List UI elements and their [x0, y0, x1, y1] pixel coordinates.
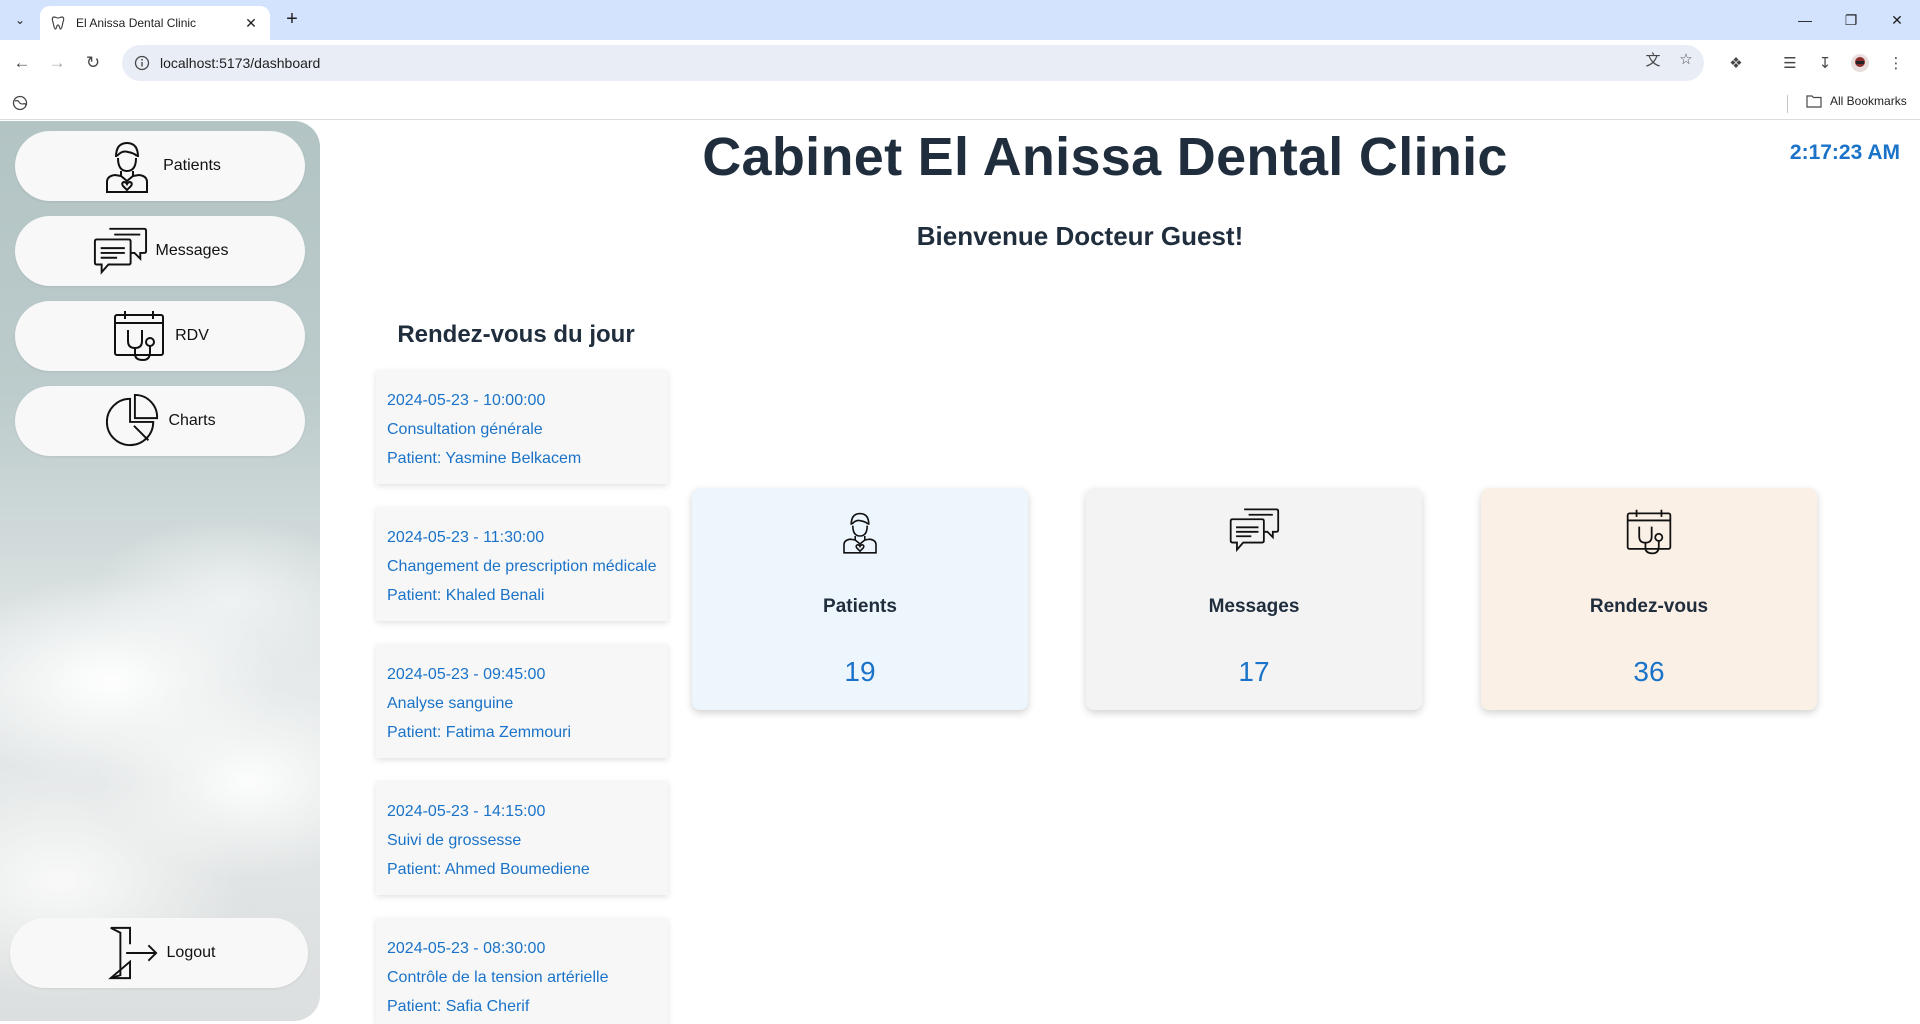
appointment-datetime: 2024-05-23 - 08:30:00: [387, 940, 546, 957]
sidebar-item-charts[interactable]: Charts: [15, 386, 305, 456]
appointment-card[interactable]: 2024-05-23 - 10:00:00 Consultation génér…: [376, 370, 668, 484]
stat-value: 17: [1238, 656, 1270, 687]
stat-label: Messages: [1208, 596, 1300, 617]
appointment-patient: Patient: Safia Cherif: [387, 998, 530, 1015]
media-controls-icon[interactable]: ☰: [1779, 52, 1801, 74]
page-title: Cabinet El Anissa Dental Clinic: [702, 127, 1508, 187]
appointment-patient: Patient: Khaled Benali: [387, 587, 545, 604]
stat-card-patients[interactable]: Patients 19: [692, 488, 1028, 710]
browser-tab[interactable]: El Anissa Dental Clinic ✕: [40, 6, 270, 40]
restore-icon[interactable]: ❐: [1828, 0, 1874, 40]
url-text: localhost:5173/dashboard: [160, 55, 321, 71]
bookmarks-bar: All Bookmarks: [0, 87, 1920, 120]
bookmarks-separator: [1787, 95, 1788, 113]
all-bookmarks-label: All Bookmarks: [1830, 94, 1907, 108]
appointment-reason: Analyse sanguine: [387, 695, 514, 712]
folder-icon: [1806, 95, 1822, 108]
appointment-reason: Changement de prescription médicale: [387, 558, 657, 575]
sidebar-item-label: Charts: [168, 412, 216, 429]
all-bookmarks-button[interactable]: All Bookmarks: [1806, 94, 1907, 108]
clock: 2:17:23 AM: [1789, 141, 1900, 164]
address-bar[interactable]: localhost:5173/dashboard: [122, 45, 1704, 81]
stat-label: Rendez-vous: [1589, 596, 1709, 617]
appointment-patient: Patient: Yasmine Belkacem: [387, 450, 582, 467]
reload-icon[interactable]: ↻: [80, 50, 106, 76]
tab-close-icon[interactable]: ✕: [242, 15, 260, 32]
welcome-message: Bienvenue Docteur Guest!: [916, 221, 1244, 251]
translate-icon[interactable]: 文: [1643, 49, 1663, 69]
appointment-datetime: 2024-05-23 - 14:15:00: [387, 803, 546, 820]
stat-card-messages[interactable]: Messages 17: [1086, 488, 1422, 710]
globe-icon[interactable]: [12, 95, 28, 111]
appointment-datetime: 2024-05-23 - 10:00:00: [387, 392, 546, 409]
logout-label: Logout: [166, 944, 216, 961]
stat-value: 19: [844, 656, 876, 687]
appointments-title: Rendez-vous du jour: [397, 321, 635, 348]
appointment-card[interactable]: 2024-05-23 - 11:30:00 Changement de pres…: [376, 507, 668, 621]
browser-menu-icon[interactable]: ⋮: [1885, 52, 1907, 74]
sidebar-item-label: Patients: [163, 157, 221, 174]
appointment-datetime: 2024-05-23 - 11:30:00: [387, 529, 545, 546]
sidebar: Patients Messages RDV Charts Logout: [0, 121, 320, 1021]
appointment-reason: Contrôle de la tension artérielle: [387, 969, 609, 986]
sidebar-item-patients[interactable]: Patients: [15, 131, 305, 201]
calendar-stethoscope-icon: [1481, 506, 1817, 562]
patient-icon: [99, 138, 155, 194]
appointment-reason: Consultation générale: [387, 421, 543, 438]
stat-value: 36: [1633, 656, 1665, 687]
messages-icon: [92, 223, 148, 279]
bookmark-star-icon[interactable]: ☆: [1676, 49, 1696, 69]
stat-label: Patients: [823, 596, 897, 617]
browser-toolbar: ← → ↻ localhost:5173/dashboard 文 ☆ ❖ ☰ ↧…: [0, 40, 1920, 87]
tab-search-chevron-icon[interactable]: ⌄: [8, 8, 32, 32]
tooth-icon: [51, 16, 65, 30]
messages-icon: [1086, 506, 1422, 562]
profile-avatar[interactable]: [1849, 52, 1871, 74]
tab-title: El Anissa Dental Clinic: [76, 16, 197, 30]
appointment-datetime: 2024-05-23 - 09:45:00: [387, 666, 546, 683]
download-icon[interactable]: ↧: [1814, 52, 1836, 74]
window-close-icon[interactable]: ✕: [1874, 0, 1920, 40]
appointment-card[interactable]: 2024-05-23 - 09:45:00 Analyse sanguine P…: [376, 644, 668, 758]
sidebar-item-messages[interactable]: Messages: [15, 216, 305, 286]
logout-icon: [103, 925, 159, 981]
minimize-icon[interactable]: —: [1782, 0, 1828, 40]
forward-icon[interactable]: →: [44, 50, 70, 76]
sidebar-item-label: Messages: [155, 242, 229, 259]
sidebar-item-label: RDV: [175, 327, 209, 344]
appointment-card[interactable]: 2024-05-23 - 08:30:00 Contrôle de la ten…: [376, 918, 668, 1024]
patient-icon: [692, 506, 1028, 562]
appointment-patient: Patient: Ahmed Boumediene: [387, 861, 590, 878]
new-tab-icon[interactable]: +: [280, 8, 304, 32]
appointment-reason: Suivi de grossesse: [387, 832, 522, 849]
logout-button[interactable]: Logout: [10, 918, 308, 988]
sidebar-item-rdv[interactable]: RDV: [15, 301, 305, 371]
appointment-patient: Patient: Fatima Zemmouri: [387, 724, 572, 741]
calendar-stethoscope-icon: [111, 308, 167, 364]
stat-card-rendez-vous[interactable]: Rendez-vous 36: [1481, 488, 1817, 710]
site-info-icon[interactable]: [134, 55, 150, 71]
pie-chart-icon: [104, 393, 160, 449]
back-icon[interactable]: ←: [9, 50, 35, 76]
extensions-icon[interactable]: ❖: [1725, 52, 1747, 74]
appointment-card[interactable]: 2024-05-23 - 14:15:00 Suivi de grossesse…: [376, 781, 668, 895]
dashboard-page: Patients Messages RDV Charts Logout Cabi…: [0, 121, 1920, 1024]
browser-tabstrip: ⌄ El Anissa Dental Clinic ✕ + — ❐ ✕: [0, 0, 1920, 40]
